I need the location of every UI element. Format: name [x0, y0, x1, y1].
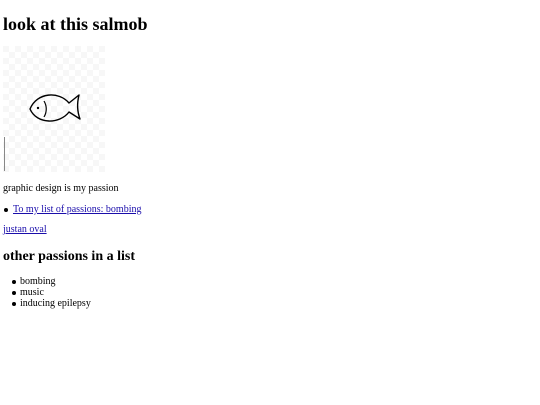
passions-heading: other passions in a list: [3, 249, 135, 264]
bullet-icon: [12, 291, 16, 295]
image-edge-line: [4, 137, 5, 171]
passion-label: inducing epilepsy: [20, 298, 91, 309]
author-link[interactable]: justan oval: [3, 223, 47, 237]
list-item: music: [12, 287, 91, 298]
bullet-icon: [12, 280, 16, 284]
list-item: bombing: [12, 276, 91, 287]
list-item: inducing epilepsy: [12, 298, 91, 309]
page: look at this salmob graphic design is my…: [0, 0, 540, 405]
page-title: look at this salmob: [3, 14, 148, 34]
bullet-icon: [12, 302, 16, 306]
bullet-icon: [4, 208, 8, 212]
salmon-image: [3, 46, 105, 172]
fish-icon: [3, 46, 105, 172]
list-item: To my list of passions: bombing: [4, 203, 141, 217]
link-list: To my list of passions: bombing: [4, 203, 141, 217]
passion-label: music: [20, 287, 44, 298]
passions-link[interactable]: To my list of passions: bombing: [13, 204, 141, 215]
passion-label: bombing: [20, 276, 56, 287]
image-caption: graphic design is my passion: [3, 183, 119, 194]
passions-list: bombing music inducing epilepsy: [12, 276, 91, 309]
